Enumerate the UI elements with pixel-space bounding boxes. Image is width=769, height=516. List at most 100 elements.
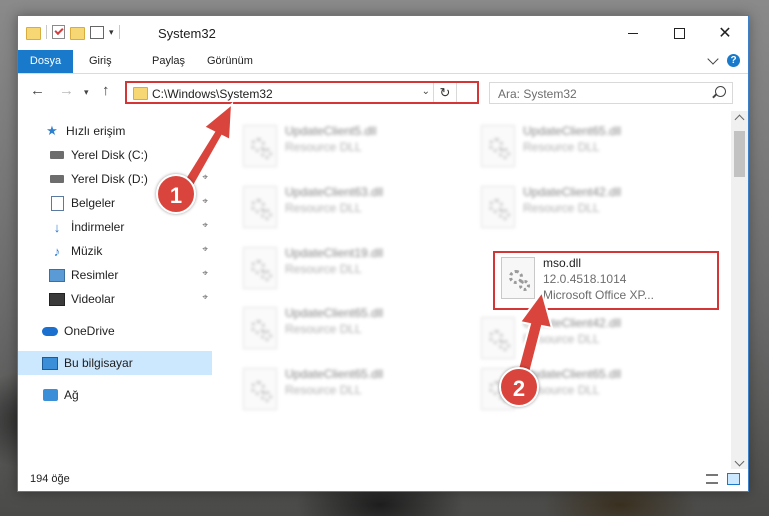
file-tile[interactable]: UpdateClient65.dll Resource DLL — [475, 119, 695, 177]
scroll-down-icon[interactable] — [734, 456, 745, 467]
cloud-icon — [42, 326, 58, 336]
file-tile[interactable]: UpdateClient65.dll Resource DLL — [237, 362, 457, 420]
sidebar-item-this-pc[interactable]: Bu bilgisayar — [18, 351, 212, 375]
explorer-window: ▾ System32 ✕ Dosya Giriş Paylaş Görünüm … — [17, 15, 749, 492]
computer-icon-wrap — [42, 356, 58, 370]
status-bar: 194 öğe — [18, 469, 748, 491]
sidebar-item-label: Resimler — [71, 268, 119, 282]
pin-icon[interactable]: ⌖ — [202, 220, 208, 231]
file-tile[interactable]: UpdateClient42.dll Resource DLL — [475, 180, 695, 238]
file-name: UpdateClient65.dll — [523, 124, 622, 138]
close-button[interactable]: ✕ — [702, 16, 748, 50]
sidebar-item-label: Belgeler — [71, 196, 116, 210]
file-tile[interactable]: UpdateClient63.dll Resource DLL — [237, 180, 457, 238]
documents-icon — [50, 195, 64, 211]
file-description: Resource DLL — [285, 140, 362, 154]
sidebar-item-network[interactable]: Ağ — [18, 383, 212, 407]
file-name: UpdateClient42.dll — [523, 185, 622, 199]
maximize-button[interactable] — [656, 16, 702, 50]
drive-icon — [50, 151, 64, 159]
expand-ribbon-icon[interactable] — [707, 53, 719, 65]
file-description: Resource DLL — [523, 140, 600, 154]
tab-file[interactable]: Dosya — [18, 50, 73, 73]
up-arrow-icon[interactable]: ↑ — [102, 82, 110, 99]
file-description: Resource DLL — [285, 201, 362, 215]
sidebar-item-pictures[interactable]: Resimler ⌖ — [18, 263, 212, 287]
file-name: UpdateClient65.dll — [285, 367, 384, 381]
drive-icon-wrap — [49, 148, 65, 162]
maximize-icon — [673, 27, 685, 39]
tab-home[interactable]: Giriş — [89, 50, 112, 73]
drive-icon-wrap — [49, 172, 65, 186]
file-tile[interactable]: UpdateClient19.dll Resource DLL — [237, 241, 457, 299]
minimize-icon — [628, 32, 638, 34]
forward-arrow-icon[interactable]: → — [59, 82, 74, 99]
item-count: 194 öğe — [30, 473, 70, 485]
sidebar-item-label: Ağ — [64, 388, 79, 402]
dll-file-icon — [243, 307, 277, 349]
sidebar-item-label: Bu bilgisayar — [64, 356, 133, 370]
pin-icon[interactable]: ⌖ — [202, 244, 208, 255]
quick-access-toolbar: ▾ — [26, 25, 120, 40]
file-name: UpdateClient63.dll — [285, 185, 384, 199]
close-icon: ✕ — [718, 25, 732, 42]
callout-badge-2: 2 — [499, 367, 539, 407]
file-list: UpdateClient5.dll Resource DLL UpdateCli… — [213, 111, 729, 471]
scroll-up-icon[interactable] — [734, 114, 745, 125]
customize-toolbar-icon[interactable]: ▾ — [109, 27, 114, 38]
file-tile[interactable]: UpdateClient65.dll Resource DLL — [237, 301, 457, 359]
sidebar-item-videos[interactable]: Videolar ⌖ — [18, 287, 212, 311]
ribbon-tabs: Dosya Giriş Paylaş Görünüm ? — [18, 50, 748, 74]
pin-icon[interactable]: ⌖ — [202, 292, 208, 303]
file-name: UpdateClient19.dll — [285, 246, 384, 260]
tab-view[interactable]: Görünüm — [207, 50, 253, 73]
details-view-icon[interactable] — [706, 474, 718, 484]
search-placeholder: Ara: System32 — [498, 87, 577, 101]
search-input[interactable]: Ara: System32 — [489, 82, 733, 104]
pin-icon[interactable]: ⌖ — [202, 268, 208, 279]
sidebar-item-label: Videolar — [71, 292, 115, 306]
new-folder-icon[interactable] — [70, 26, 85, 40]
help-icon[interactable]: ? — [727, 54, 740, 67]
pictures-icon-wrap — [49, 268, 65, 282]
sidebar-item-onedrive[interactable]: OneDrive — [18, 319, 212, 343]
sidebar-item-label: OneDrive — [64, 324, 115, 338]
sidebar-item-label: Yerel Disk (D:) — [71, 172, 148, 186]
callout-badge-1: 1 — [156, 174, 196, 214]
file-name: UpdateClient5.dll — [285, 124, 377, 138]
file-description: Resource DLL — [285, 383, 362, 397]
sidebar-item-music[interactable]: ♪ Müzik ⌖ — [18, 239, 212, 263]
dll-file-icon — [481, 186, 515, 228]
sidebar-item-downloads[interactable]: ↓ İndirmeler ⌖ — [18, 215, 212, 239]
videos-icon-wrap — [49, 292, 65, 306]
tab-share[interactable]: Paylaş — [152, 50, 185, 73]
file-tile[interactable]: UpdateClient5.dll Resource DLL — [237, 119, 457, 177]
download-icon: ↓ — [53, 219, 61, 235]
vertical-scrollbar[interactable] — [731, 111, 748, 471]
toolbar-divider — [46, 25, 47, 39]
file-description: Resource DLL — [285, 322, 362, 336]
cloud-icon-wrap — [42, 324, 58, 338]
pictures-icon — [49, 268, 65, 282]
drive-icon — [50, 175, 64, 183]
file-description: Resource DLL — [285, 262, 362, 276]
sidebar-item-label: Müzik — [71, 244, 103, 258]
search-icon[interactable] — [715, 86, 726, 97]
sidebar-item-label: Yerel Disk (C:) — [71, 148, 148, 162]
properties-icon[interactable] — [90, 25, 104, 39]
ribbon-controls: ? — [707, 53, 740, 67]
scroll-thumb[interactable] — [734, 131, 745, 177]
toolbar-divider — [118, 25, 120, 39]
large-icons-view-icon[interactable] — [727, 473, 740, 485]
back-arrow-icon[interactable]: ← — [30, 82, 45, 99]
star-icon: ★ — [46, 123, 58, 138]
title-bar: ▾ System32 ✕ — [18, 16, 748, 50]
minimize-button[interactable] — [610, 16, 656, 50]
navigation-bar: ← → ▾ ↑ C:\Windows\System32 ⌄ ↻ Ara: Sys… — [18, 74, 748, 110]
properties-check-icon[interactable] — [52, 25, 65, 39]
recent-locations-icon[interactable]: ▾ — [84, 87, 89, 98]
sidebar-item-label: Hızlı erişim — [66, 124, 126, 138]
documents-icon-wrap — [49, 195, 65, 211]
dll-file-icon — [243, 247, 277, 289]
computer-icon — [42, 356, 58, 370]
